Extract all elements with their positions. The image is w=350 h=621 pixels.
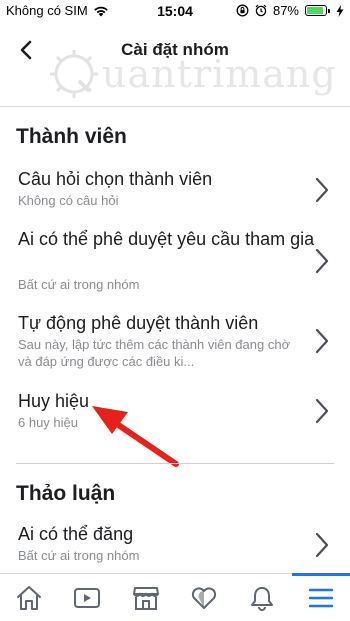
heart-icon bbox=[192, 586, 217, 609]
chevron-right-icon bbox=[315, 532, 329, 558]
row-subtitle: Bất cứ ai trong nhóm bbox=[18, 277, 140, 292]
list-item-member-questions[interactable]: Câu hỏi chọn thành viên Không có câu hỏi bbox=[0, 166, 350, 212]
row-title: Ai có thể phê duyệt yêu cầu tham gia bbox=[18, 229, 315, 249]
row-title: Huy hiệu bbox=[18, 391, 90, 411]
tab-watch[interactable] bbox=[58, 574, 116, 621]
tab-home[interactable] bbox=[0, 574, 58, 621]
chevron-right-icon bbox=[315, 398, 329, 424]
store-icon bbox=[132, 586, 159, 610]
status-bar: Không có SIM 15:04 87% bbox=[0, 0, 350, 22]
row-subtitle: Sau này, lập tức thêm các thành viên đan… bbox=[18, 337, 291, 369]
home-icon bbox=[17, 585, 42, 610]
section-title-discussion: Thảo luận bbox=[16, 482, 116, 505]
list-item-who-can-post[interactable]: Ai có thể đăng Bất cứ ai trong nhóm bbox=[0, 521, 350, 567]
row-subtitle: Không có câu hỏi bbox=[18, 193, 119, 208]
chevron-right-icon bbox=[315, 248, 329, 274]
tab-notifications[interactable] bbox=[233, 574, 291, 621]
page-title: Cài đặt nhóm bbox=[121, 40, 229, 59]
video-icon bbox=[74, 587, 101, 608]
charging-icon bbox=[336, 4, 344, 17]
list-item-auto-approve[interactable]: Tự động phê duyệt thành viên Sau này, lậ… bbox=[0, 310, 350, 376]
tab-dating[interactable] bbox=[175, 574, 233, 621]
section-title-members: Thành viên bbox=[16, 125, 127, 148]
active-tab-indicator bbox=[291, 573, 350, 576]
tab-bar bbox=[0, 573, 350, 621]
status-right: 87% bbox=[236, 3, 344, 18]
list-item-approvers[interactable]: Ai có thể phê duyệt yêu cầu tham gia Bất… bbox=[0, 226, 350, 294]
section-divider bbox=[16, 463, 334, 464]
row-title: Tự động phê duyệt thành viên bbox=[18, 313, 259, 333]
tab-menu[interactable] bbox=[291, 573, 350, 621]
nav-bar: Cài đặt nhóm bbox=[0, 22, 350, 78]
chevron-right-icon bbox=[315, 328, 329, 354]
list-item-badges[interactable]: Huy hiệu 6 huy hiệu bbox=[0, 388, 350, 434]
menu-icon bbox=[308, 588, 333, 607]
alarm-icon bbox=[255, 4, 267, 17]
row-subtitle: Bất cứ ai trong nhóm bbox=[18, 548, 140, 563]
row-title: Ai có thể đăng bbox=[18, 524, 134, 544]
chevron-right-icon bbox=[315, 177, 329, 203]
row-title: Câu hỏi chọn thành viên bbox=[18, 169, 213, 189]
battery-percent: 87% bbox=[272, 3, 299, 18]
rotation-lock-icon bbox=[236, 4, 249, 17]
row-subtitle: 6 huy hiệu bbox=[18, 415, 78, 430]
section-divider bbox=[0, 106, 350, 107]
tab-marketplace[interactable] bbox=[117, 574, 175, 621]
battery-icon bbox=[305, 5, 330, 16]
bell-icon bbox=[251, 586, 274, 611]
